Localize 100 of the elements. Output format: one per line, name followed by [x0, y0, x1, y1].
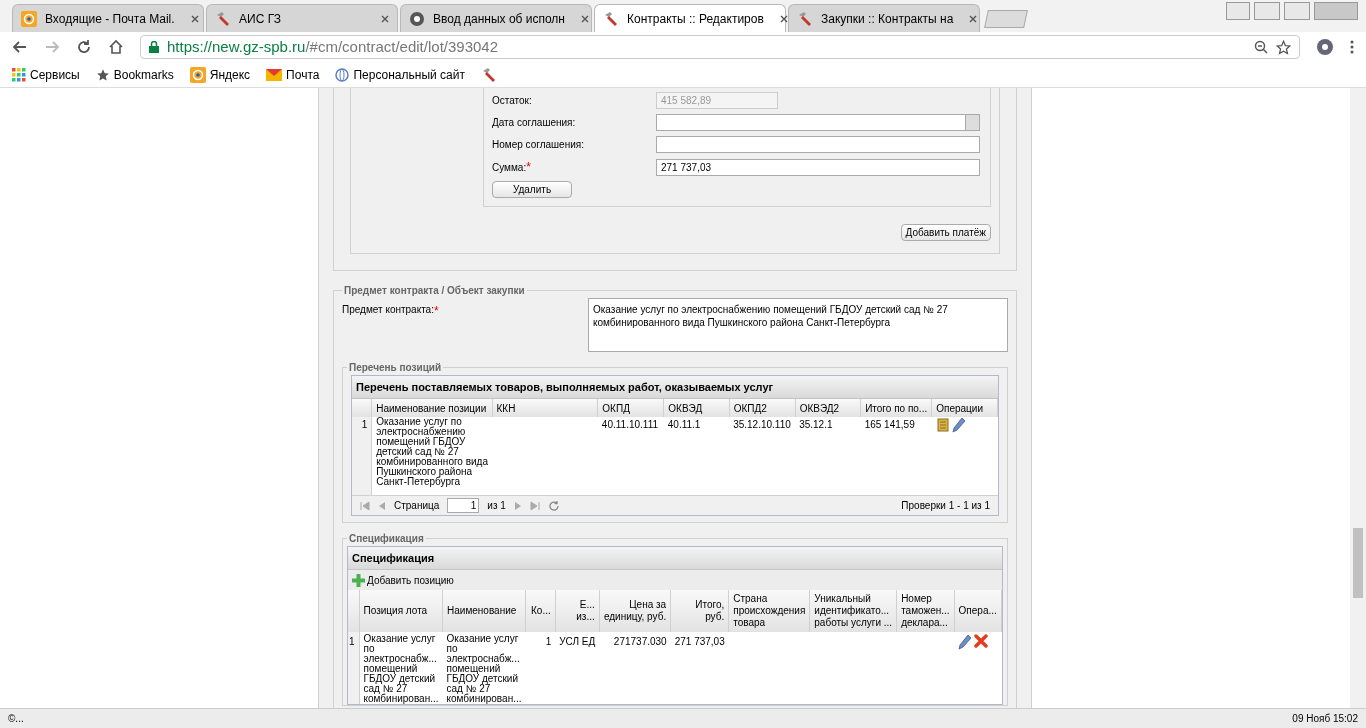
- table-cell: 1: [525, 632, 556, 704]
- status-date: 09 Нояб 15:02: [1292, 712, 1358, 726]
- refresh-icon[interactable]: [547, 499, 560, 512]
- scroll-icon[interactable]: [935, 418, 950, 432]
- table-cell: 40.11.1: [663, 417, 730, 495]
- tab-title: АИС ГЗ: [239, 10, 282, 28]
- page-label: Страница: [394, 499, 440, 513]
- table-cell: УСЛ ЕД: [555, 632, 600, 704]
- column-header[interactable]: Наименование позиции: [371, 399, 492, 417]
- at-sign-icon: [189, 66, 206, 83]
- subject-text-area[interactable]: Оказание услуг по электроснабжению помещений ГБДОУ детский сад № 27 комбинированного вида Пушкинского района Санкт-Петербурга: [588, 298, 1008, 352]
- home-icon[interactable]: [108, 39, 124, 55]
- at-sign-icon: [21, 10, 37, 27]
- star-icon[interactable]: [1276, 39, 1291, 55]
- column-header[interactable]: Итого, руб.: [670, 590, 729, 632]
- menu-icon[interactable]: [1350, 39, 1354, 55]
- column-header[interactable]: ОКПД2: [729, 399, 796, 417]
- apps-grid-icon: [12, 67, 26, 82]
- status-text: ©...: [8, 712, 24, 726]
- bookmark-item[interactable]: Почта: [266, 65, 320, 84]
- tab-title: Входящие - Почта Mail.: [45, 10, 175, 28]
- browser-tab[interactable]: Ввод данных об исполн: [400, 4, 592, 32]
- hammer-icon: [603, 10, 619, 27]
- table-cell: 165 141,59: [860, 417, 932, 495]
- minimize-button[interactable]: [1254, 2, 1280, 20]
- close-icon[interactable]: [969, 14, 978, 23]
- tab-title: Ввод данных об исполн: [433, 10, 565, 28]
- add-payment-button[interactable]: Добавить платёж: [900, 224, 991, 241]
- field-label: Номер соглашения:: [492, 138, 584, 152]
- field-label: Дата соглашения:: [492, 116, 576, 130]
- envelope-icon: [266, 68, 283, 81]
- section-legend: Спецификация: [347, 531, 426, 546]
- column-header[interactable]: Операции: [931, 399, 998, 417]
- reload-icon[interactable]: [76, 39, 92, 55]
- column-header[interactable]: Цена за единицу, руб.: [599, 590, 671, 632]
- column-header[interactable]: Позиция лота: [359, 590, 443, 632]
- table-cell: Оказание услуг по электроснабжению помещений ГБДОУ детский сад № 27 комбинированного вида Пушкинского района Санкт-Петербурга: [371, 417, 492, 495]
- pencil-icon[interactable]: [958, 634, 973, 650]
- date-field[interactable]: [656, 114, 980, 131]
- bookmark-item[interactable]: Яндекс: [189, 65, 251, 84]
- close-icon[interactable]: [581, 14, 589, 23]
- browser-tab[interactable]: Контракты :: Редактиров: [594, 4, 786, 32]
- tab-title: Закупки :: Контракты на: [821, 10, 954, 28]
- column-header[interactable]: ОКВЭД2: [795, 399, 861, 417]
- globe-icon: [335, 67, 350, 82]
- profile-button[interactable]: [1226, 2, 1250, 20]
- browser-tab[interactable]: Закупки :: Контракты на: [788, 4, 980, 32]
- column-header[interactable]: Страна происхождения товара: [728, 590, 810, 632]
- browser-tab[interactable]: Входящие - Почта Mail.: [12, 4, 204, 32]
- pencil-icon[interactable]: [951, 417, 966, 433]
- records-summary: Проверки 1 - 1 из 1: [901, 499, 990, 513]
- table-cell: Оказание услуг по электроснабж... помещений ГБДОУ детский сад № 27 комбинирован...: [359, 632, 443, 704]
- scrollbar[interactable]: [1350, 88, 1366, 708]
- extension-icon[interactable]: [1316, 38, 1334, 56]
- required-mark: *: [433, 303, 439, 320]
- column-header[interactable]: Наименование: [442, 590, 526, 632]
- hammer-icon: [215, 10, 231, 27]
- table-cell: 271737.030: [599, 632, 671, 704]
- browser-tab[interactable]: АИС ГЗ: [206, 4, 398, 32]
- column-header[interactable]: Е... из...: [555, 590, 600, 632]
- close-icon[interactable]: [190, 14, 199, 23]
- row-number: 1: [352, 417, 372, 495]
- delete-icon[interactable]: [974, 634, 989, 648]
- column-header[interactable]: ОКПД: [597, 399, 664, 417]
- close-icon[interactable]: [381, 14, 389, 23]
- section-legend: Предмет контракта / Объект закупки: [342, 283, 527, 298]
- zoom-icon[interactable]: [1254, 40, 1268, 54]
- field-label: Предмет контракта:: [342, 303, 434, 317]
- close-icon[interactable]: [779, 14, 788, 23]
- bookmark-item[interactable]: Bookmarks: [95, 65, 174, 84]
- grid-title: Спецификация: [348, 547, 1002, 570]
- input-field[interactable]: [656, 136, 980, 153]
- input-field[interactable]: 271 737,03: [656, 158, 980, 176]
- bookmark-item[interactable]: Сервисы: [12, 65, 80, 84]
- circle-logo-icon: [409, 10, 425, 27]
- column-header[interactable]: Номер таможен... деклара...: [896, 590, 955, 632]
- url-text: https://new.gz-spb.ru/#cm/contract/edit/lot/393042: [167, 36, 499, 57]
- column-header[interactable]: ККН: [492, 399, 598, 417]
- table-cell: 271 737,03: [670, 632, 729, 704]
- maximize-button[interactable]: [1284, 2, 1310, 20]
- table-cell: 35.12.1: [795, 417, 861, 495]
- star-icon: [95, 67, 110, 82]
- field-label: Остаток:: [492, 94, 532, 108]
- required-mark: *: [526, 159, 531, 176]
- column-header[interactable]: Итого по по...: [860, 399, 932, 417]
- column-header[interactable]: Опера...: [954, 590, 1002, 632]
- delete-button[interactable]: Удалить: [492, 181, 572, 198]
- page-count: из 1: [487, 499, 506, 513]
- back-icon[interactable]: [12, 39, 28, 55]
- column-header[interactable]: Уникальный идентификато... работы услуги ...: [809, 590, 897, 632]
- column-header[interactable]: ОКВЭД: [663, 399, 730, 417]
- bookmark-item[interactable]: Персональный сайт: [335, 65, 465, 84]
- lock-icon: [149, 41, 159, 53]
- page-field[interactable]: 1: [447, 498, 480, 513]
- table-cell: 40.11.10.111: [597, 417, 664, 495]
- table-cell: 35.12.10.110: [729, 417, 796, 495]
- add-position-button[interactable]: Добавить позицию: [352, 572, 454, 588]
- field-label: Сумма:: [492, 160, 527, 175]
- column-header[interactable]: Ко...: [525, 590, 556, 632]
- address-bar[interactable]: https://new.gz-spb.ru/#cm/contract/edit/lot/393042: [140, 35, 1300, 59]
